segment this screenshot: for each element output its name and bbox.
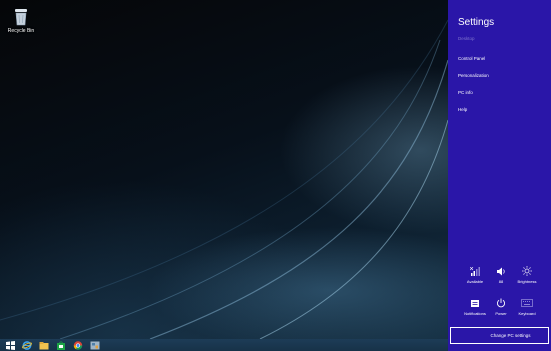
volume-icon (488, 266, 514, 276)
keyboard-icon (514, 298, 540, 308)
notifications-label: Notifications (464, 311, 486, 316)
start-icon[interactable] (5, 340, 15, 350)
power-icon (488, 298, 514, 308)
power-tile[interactable]: Power (488, 298, 514, 316)
store-icon[interactable] (56, 340, 66, 350)
change-pc-settings-button[interactable]: Change PC settings (450, 327, 549, 344)
brightness-label: Brightness (517, 279, 537, 284)
keyboard-label: Keyboard (518, 311, 536, 316)
desktop: Recycle Bin (0, 0, 448, 339)
settings-charm: Settings Desktop Control Panel Personali… (448, 0, 551, 351)
notifications-icon (462, 298, 488, 308)
brightness-icon (514, 266, 540, 276)
taskbar (0, 339, 448, 351)
menu-help[interactable]: Help (458, 107, 467, 112)
menu-pc-info[interactable]: PC info (458, 90, 473, 95)
control-panel-icon[interactable] (90, 341, 100, 350)
brightness-tile[interactable]: Brightness (514, 266, 540, 284)
network-icon (462, 266, 488, 276)
wallpaper-swoosh (0, 19, 448, 339)
charm-title: Settings (458, 17, 495, 28)
keyboard-tile[interactable]: Keyboard (514, 298, 540, 316)
menu-control-panel[interactable]: Control Panel (458, 56, 485, 61)
volume-label: 88 (498, 279, 504, 284)
chrome-icon[interactable] (73, 340, 83, 350)
internet-explorer-icon[interactable] (22, 340, 32, 350)
network-tile[interactable]: Available (462, 266, 488, 284)
recycle-bin[interactable]: Recycle Bin (4, 8, 38, 34)
volume-tile[interactable]: 88 (488, 266, 514, 284)
menu-personalization[interactable]: Personalization (458, 73, 489, 78)
notifications-tile[interactable]: Notifications (462, 298, 488, 316)
power-label: Power (495, 311, 507, 316)
recycle-bin-icon (14, 8, 28, 26)
file-explorer-icon[interactable] (39, 341, 49, 350)
network-label: Available (466, 279, 484, 284)
recycle-bin-label: Recycle Bin (7, 28, 35, 34)
charm-subtitle: Desktop (458, 36, 475, 41)
